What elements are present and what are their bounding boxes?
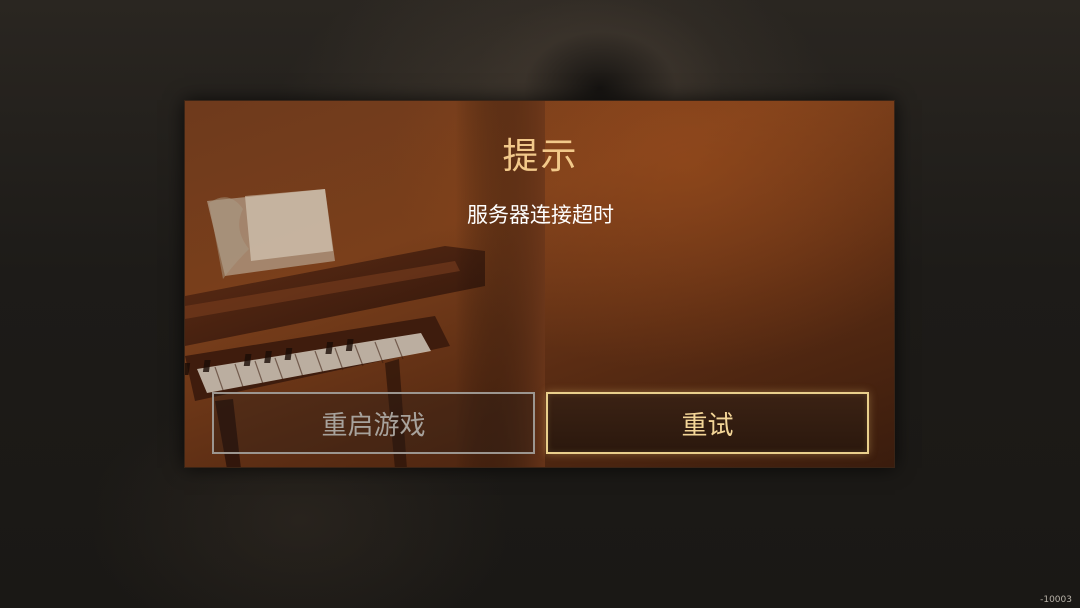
game-screen: 提示 服务器连接超时 重启游戏 重试 -10003 (0, 0, 1080, 608)
retry-button-label: 重试 (681, 410, 734, 441)
version-code: -10003 (1040, 595, 1072, 605)
dialog-title: 提示 (502, 136, 579, 177)
background-copyright-text (200, 577, 880, 593)
restart-game-button-label: 重启游戏 (321, 410, 426, 441)
restart-game-button[interactable]: 重启游戏 (212, 392, 535, 454)
dialog-message: 服务器连接超时 (467, 203, 614, 227)
alert-dialog: 提示 服务器连接超时 重启游戏 重试 (184, 100, 895, 468)
retry-button[interactable]: 重试 (546, 392, 869, 454)
background-figure (480, 0, 720, 110)
